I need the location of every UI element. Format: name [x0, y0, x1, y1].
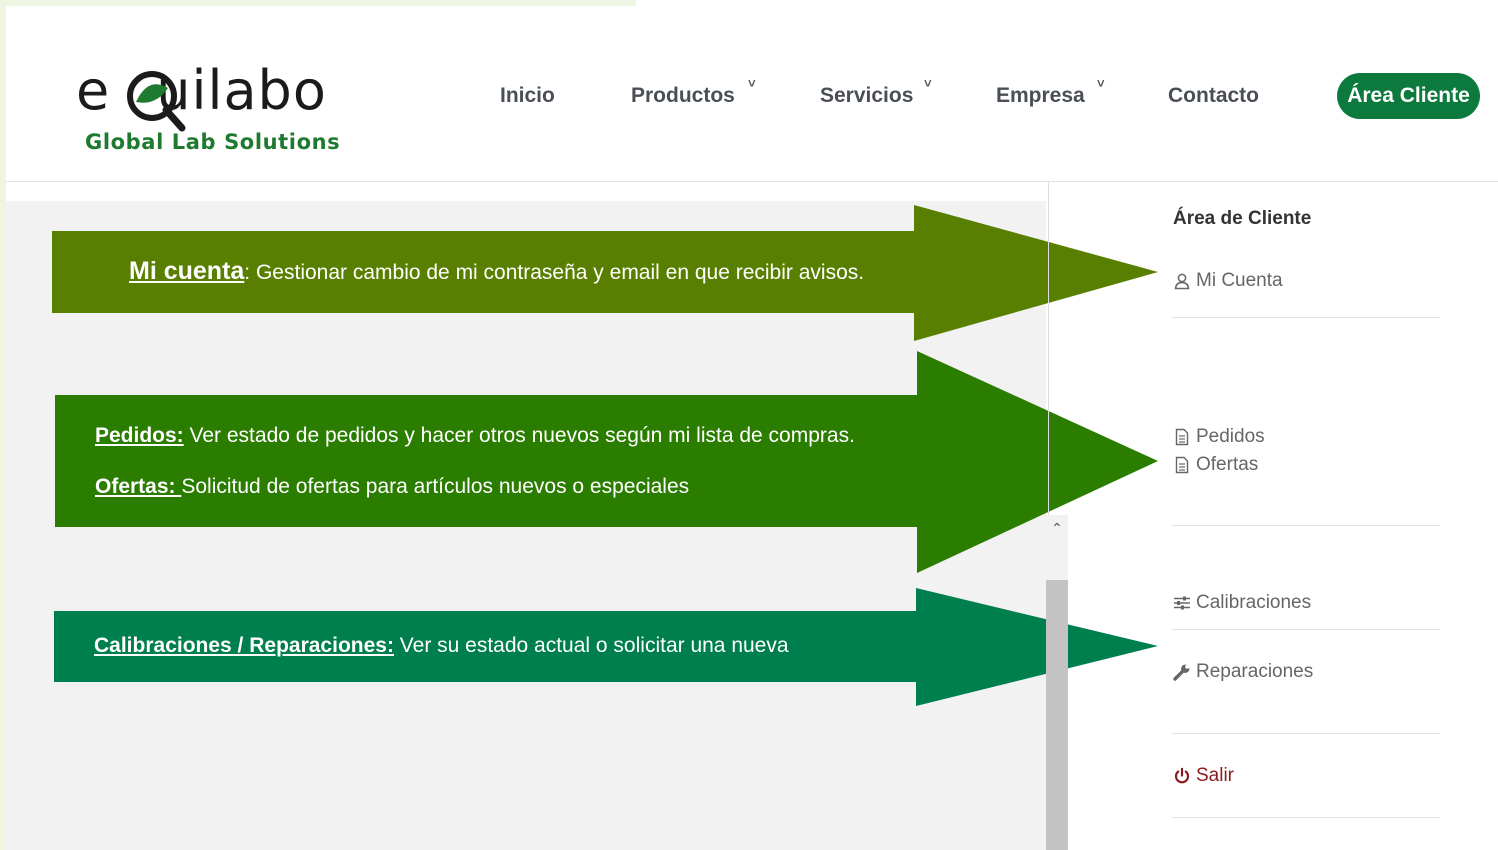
- logo-wordmark: e uilabo: [76, 59, 327, 122]
- sidebar-item-salir[interactable]: Salir: [1173, 765, 1234, 787]
- logo-tagline: Global Lab Solutions: [85, 130, 341, 154]
- ofertas-link[interactable]: Ofertas:: [95, 475, 181, 498]
- arrow-calibraciones-text: Calibraciones / Reparaciones: Ver su est…: [94, 634, 789, 658]
- sidebar-title: Área de Cliente: [1173, 208, 1312, 229]
- ofertas-description: Solicitud de ofertas para artículos nuev…: [181, 475, 690, 498]
- sidebar-item-calibraciones[interactable]: Calibraciones: [1173, 592, 1311, 614]
- nav-servicios[interactable]: Servicios ˅: [820, 76, 932, 110]
- arrow-pedidos-text: Pedidos: Ver estado de pedidos y hacer o…: [95, 424, 855, 448]
- sidebar-separator: [1172, 817, 1440, 818]
- sidebar-separator: [1172, 525, 1440, 526]
- chevron-down-icon: ˅: [748, 76, 756, 91]
- pedidos-link[interactable]: Pedidos:: [95, 424, 184, 447]
- arrow-ofertas-text: Ofertas: Solicitud de ofertas para artíc…: [95, 475, 689, 499]
- sidebar-item-label: Reparaciones: [1196, 661, 1314, 682]
- sidebar-item-label: Calibraciones: [1196, 592, 1312, 613]
- sidebar-item-mi-cuenta[interactable]: Mi Cuenta: [1173, 270, 1283, 292]
- arrow-pedidos-ofertas: [55, 351, 1158, 573]
- sidebar-separator: [1172, 733, 1440, 734]
- frame-top-edge: [0, 0, 636, 6]
- header-divider: [6, 181, 1498, 182]
- sliders-icon: [1174, 596, 1190, 610]
- chevron-down-icon: ˅: [1097, 76, 1105, 91]
- nav-contacto[interactable]: Contacto: [1168, 82, 1259, 110]
- mi-cuenta-description: : Gestionar cambio de mi contraseña y em…: [244, 261, 865, 284]
- mi-cuenta-link[interactable]: Mi cuenta: [129, 257, 244, 285]
- wrench-icon: [1173, 664, 1190, 681]
- sidebar-item-pedidos[interactable]: Pedidos: [1173, 426, 1265, 448]
- sidebar-item-label: Ofertas: [1196, 454, 1259, 475]
- area-cliente-button[interactable]: Área Cliente: [1337, 73, 1480, 119]
- sidebar-item-label: Mi Cuenta: [1196, 270, 1283, 291]
- power-icon: [1174, 767, 1190, 784]
- magnifier-logo-icon: [127, 71, 186, 132]
- arrow-mi-cuenta-text: Mi cuenta: Gestionar cambio de mi contra…: [129, 257, 864, 286]
- nav-empresa[interactable]: Empresa ˅: [996, 76, 1105, 110]
- site-logo[interactable]: e uilabo Global Lab Solutions: [76, 58, 386, 158]
- sidebar-separator: [1172, 317, 1440, 318]
- calibraciones-description: Ver su estado actual o solicitar una nue…: [393, 634, 789, 657]
- sidebar-item-reparaciones[interactable]: Reparaciones: [1173, 661, 1313, 683]
- nav-inicio[interactable]: Inicio: [500, 82, 555, 110]
- scroll-up-arrow-icon[interactable]: ⌃: [1049, 516, 1065, 540]
- user-icon: [1174, 273, 1190, 290]
- sidebar-separator: [1172, 629, 1440, 630]
- pedidos-description: Ver estado de pedidos y hacer otros nuev…: [183, 424, 855, 447]
- sidebar-item-label: Salir: [1196, 765, 1235, 786]
- sidebar-item-label: Pedidos: [1196, 426, 1265, 447]
- document-icon: [1175, 428, 1189, 446]
- calibraciones-link[interactable]: Calibraciones / Reparaciones:: [94, 634, 394, 657]
- document-icon: [1175, 456, 1189, 474]
- scrollbar-thumb[interactable]: [1046, 580, 1068, 850]
- chevron-down-icon: ˅: [924, 76, 932, 91]
- sidebar-item-ofertas[interactable]: Ofertas: [1173, 454, 1258, 476]
- nav-productos[interactable]: Productos ˅: [631, 76, 756, 110]
